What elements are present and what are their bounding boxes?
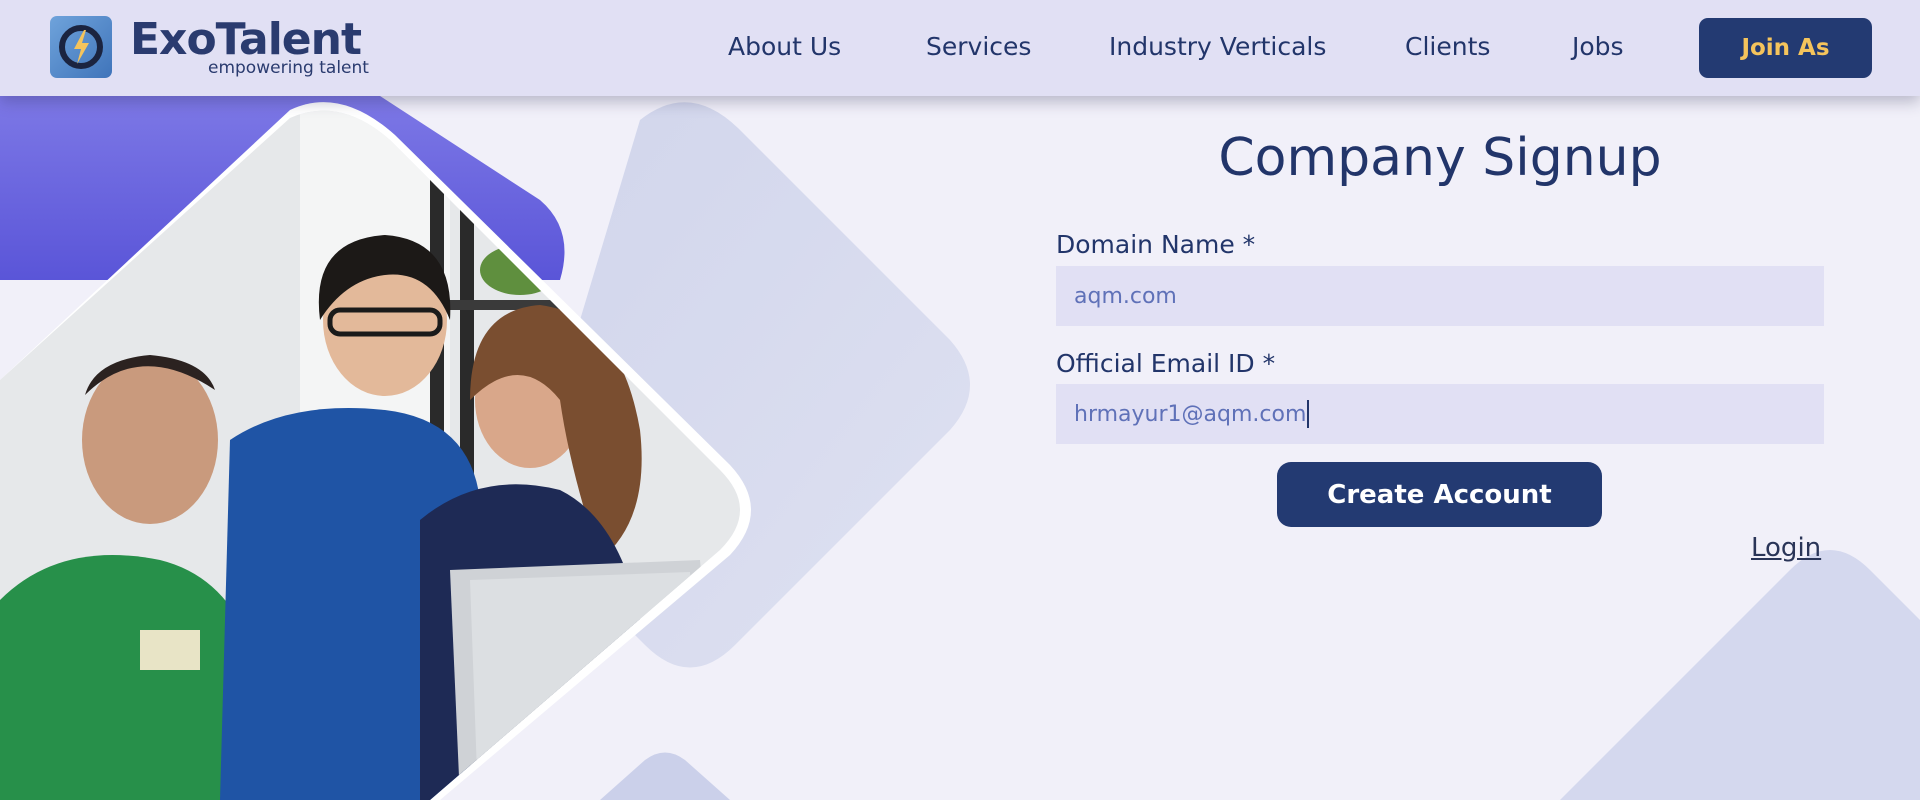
nav-clients[interactable]: Clients bbox=[1405, 32, 1490, 61]
create-account-button[interactable]: Create Account bbox=[1277, 462, 1602, 527]
brand-tagline: empowering talent bbox=[208, 58, 369, 78]
nav-industry-verticals[interactable]: Industry Verticals bbox=[1109, 32, 1326, 61]
email-input[interactable]: hrmayur1@aqm.com bbox=[1056, 384, 1824, 444]
nav-services[interactable]: Services bbox=[926, 32, 1031, 61]
top-navbar: ExoTalent empowering talent About Us Ser… bbox=[0, 0, 1920, 96]
text-cursor bbox=[1307, 400, 1310, 428]
join-as-button[interactable]: Join As bbox=[1699, 18, 1872, 78]
domain-name-label: Domain Name * bbox=[1056, 230, 1256, 259]
email-value: hrmayur1@aqm.com bbox=[1074, 401, 1307, 427]
email-label: Official Email ID * bbox=[1056, 349, 1276, 378]
page-title: Company Signup bbox=[1218, 128, 1662, 188]
nav-jobs[interactable]: Jobs bbox=[1572, 32, 1624, 61]
domain-name-value: aqm.com bbox=[1074, 283, 1177, 309]
login-link[interactable]: Login bbox=[1751, 533, 1821, 563]
brand-logo[interactable]: ExoTalent empowering talent bbox=[50, 14, 370, 80]
nav-about-us[interactable]: About Us bbox=[728, 32, 841, 61]
lightning-circle-icon bbox=[50, 16, 112, 78]
domain-name-input[interactable]: aqm.com bbox=[1056, 266, 1824, 326]
